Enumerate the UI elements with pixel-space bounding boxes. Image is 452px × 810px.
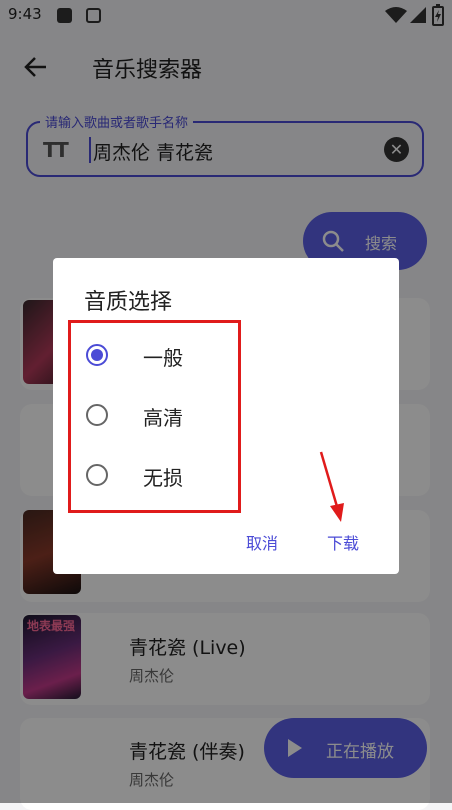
cancel-button[interactable]: 取消: [246, 530, 278, 554]
annotation-arrow-icon: [319, 451, 344, 522]
dialog-title: 音质选择: [84, 290, 173, 315]
download-button[interactable]: 下载: [327, 530, 359, 554]
annotation-highlight-box: [68, 320, 241, 513]
